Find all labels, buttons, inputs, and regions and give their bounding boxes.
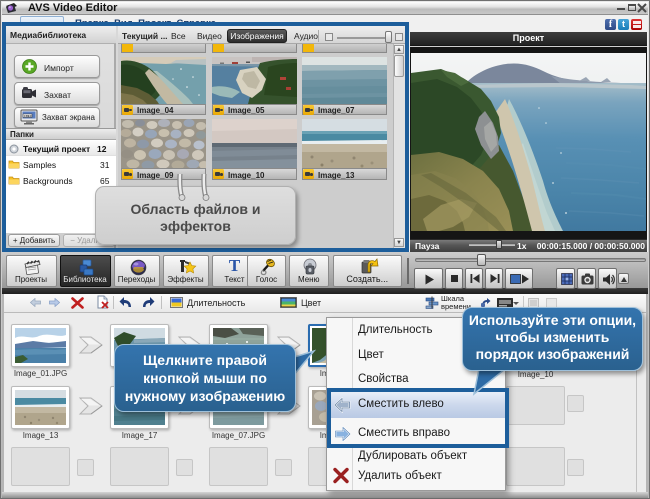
svg-text:CREC: CREC — [24, 114, 33, 118]
